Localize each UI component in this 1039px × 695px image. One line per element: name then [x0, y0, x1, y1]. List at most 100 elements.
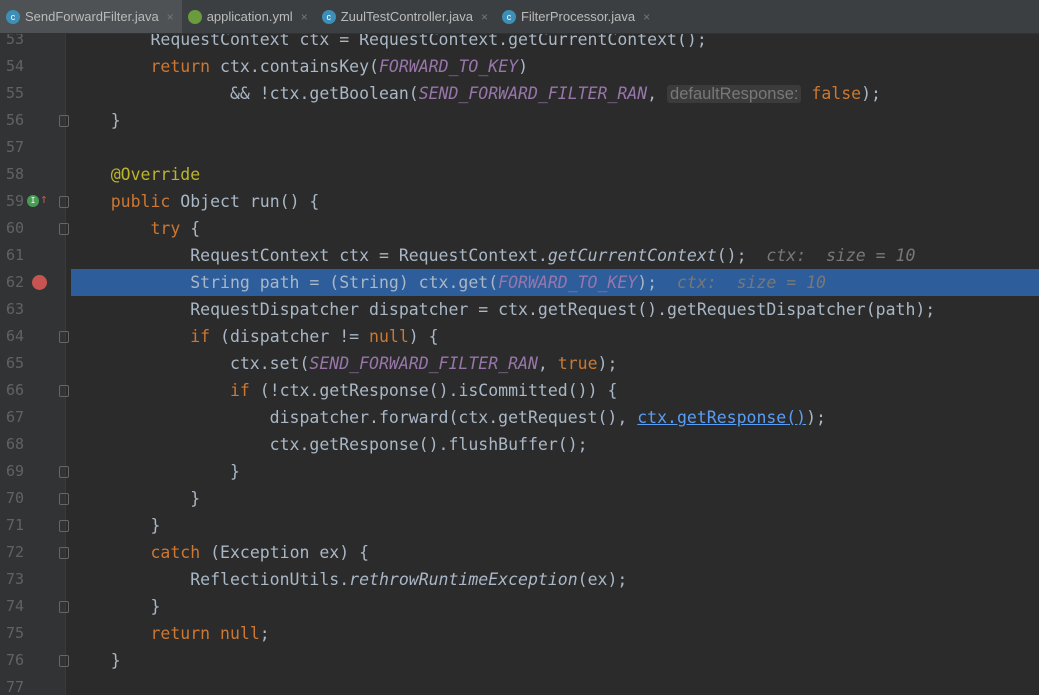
tab-label: application.yml: [206, 9, 293, 24]
code-token: RequestDispatcher dispatcher = ctx.getRe…: [71, 300, 936, 319]
code-token: try: [150, 219, 191, 238]
fold-icon[interactable]: [59, 601, 69, 613]
code-line[interactable]: 71 }: [0, 512, 1039, 539]
close-icon[interactable]: ×: [301, 10, 308, 24]
code-line[interactable]: 64 if (dispatcher != null) {: [0, 323, 1039, 350]
code-token: SEND_FORWARD_FILTER_RAN: [309, 354, 538, 373]
code-line[interactable]: 57: [0, 134, 1039, 161]
line-number: 67: [5, 408, 24, 426]
code-token: defaultResponse:: [667, 85, 802, 103]
tab-filterprocessor-java[interactable]: c FilterProcessor.java ×: [496, 0, 658, 33]
code-token: FORWARD_TO_KEY: [378, 57, 519, 76]
code-token[interactable]: ctx.getResponse(): [637, 408, 806, 427]
line-number: 74: [5, 597, 24, 615]
fold-icon[interactable]: [59, 493, 69, 505]
implements-icon[interactable]: I: [27, 195, 39, 207]
line-number: 58: [5, 165, 24, 183]
code-token: null: [369, 327, 409, 346]
code-token: ctx.containsKey(: [220, 57, 379, 76]
close-icon[interactable]: ×: [481, 10, 488, 24]
fold-icon[interactable]: [59, 520, 69, 532]
code-editor[interactable]: 53 RequestContext ctx = RequestContext.g…: [0, 34, 1039, 695]
code-token: true: [557, 354, 598, 373]
code-text: if (dispatcher != null) {: [71, 323, 1039, 350]
code-line[interactable]: 75 return null;: [0, 620, 1039, 647]
code-line[interactable]: 62 String path = (String) ctx.get(FORWAR…: [0, 269, 1039, 296]
code-text: }: [71, 107, 1039, 134]
code-line[interactable]: 58 @Override: [0, 161, 1039, 188]
fold-icon[interactable]: [59, 223, 69, 235]
close-icon[interactable]: ×: [643, 10, 650, 24]
code-token: );: [806, 408, 826, 427]
code-token: RequestContext ctx = RequestContext.getC…: [71, 34, 707, 49]
line-number: 55: [5, 84, 24, 102]
code-line[interactable]: 56 }: [0, 107, 1039, 134]
line-number: 54: [5, 57, 24, 75]
tab-sendforwardfilter-java[interactable]: c SendForwardFilter.java ×: [0, 0, 182, 33]
code-line[interactable]: 53 RequestContext ctx = RequestContext.g…: [0, 34, 1039, 53]
java-class-icon: c: [6, 9, 20, 24]
code-line[interactable]: 74 }: [0, 593, 1039, 620]
code-token: ,: [537, 354, 558, 373]
code-token: return: [150, 57, 221, 76]
code-token: }: [71, 489, 201, 508]
code-line[interactable]: 65 ctx.set(SEND_FORWARD_FILTER_RAN, true…: [0, 350, 1039, 377]
code-token: );: [597, 354, 618, 373]
code-line[interactable]: 76 }: [0, 647, 1039, 674]
close-icon[interactable]: ×: [167, 10, 174, 24]
code-text: ReflectionUtils.rethrowRuntimeException(…: [71, 566, 1039, 593]
code-line[interactable]: 73 ReflectionUtils.rethrowRuntimeExcepti…: [0, 566, 1039, 593]
fold-icon[interactable]: [59, 196, 69, 208]
code-token: String path = (String) ctx.get(: [71, 273, 499, 292]
code-line[interactable]: 69 }: [0, 458, 1039, 485]
code-line[interactable]: 55 && !ctx.getBoolean(SEND_FORWARD_FILTE…: [0, 80, 1039, 107]
code-line[interactable]: 77: [0, 674, 1039, 695]
tab-zuultestcontroller-java[interactable]: c ZuulTestController.java ×: [316, 0, 496, 33]
fold-icon[interactable]: [59, 331, 69, 343]
code-token: catch: [150, 543, 211, 562]
code-token: ): [518, 57, 528, 76]
line-number: 73: [5, 570, 24, 588]
yaml-file-icon: [187, 9, 202, 24]
code-line[interactable]: 72 catch (Exception ex) {: [0, 539, 1039, 566]
code-token: rethrowRuntimeException: [349, 570, 578, 589]
code-line[interactable]: 70 }: [0, 485, 1039, 512]
code-line[interactable]: 63 RequestDispatcher dispatcher = ctx.ge…: [0, 296, 1039, 323]
code-line[interactable]: 67 dispatcher.forward(ctx.getRequest(), …: [0, 404, 1039, 431]
code-line[interactable]: 68 ctx.getResponse().flushBuffer();: [0, 431, 1039, 458]
code-line[interactable]: 60 try {: [0, 215, 1039, 242]
line-number: 77: [5, 678, 24, 695]
code-text: if (!ctx.getResponse().isCommitted()) {: [71, 377, 1039, 404]
line-number: 76: [5, 651, 24, 669]
fold-icon[interactable]: [59, 385, 69, 397]
code-line[interactable]: 66 if (!ctx.getResponse().isCommitted())…: [0, 377, 1039, 404]
tab-application-yml[interactable]: application.yml ×: [182, 0, 316, 33]
line-number: 64: [5, 327, 24, 345]
code-token: false: [811, 84, 862, 103]
line-number: 59: [5, 192, 24, 210]
breakpoint-icon[interactable]: [32, 275, 47, 290]
fold-icon[interactable]: [59, 655, 69, 667]
fold-icon[interactable]: [59, 547, 69, 559]
code-token: ,: [647, 84, 668, 103]
code-token: return: [150, 624, 221, 643]
line-number: 65: [5, 354, 24, 372]
code-text: return ctx.containsKey(FORWARD_TO_KEY): [71, 53, 1039, 80]
fold-icon[interactable]: [59, 115, 69, 127]
code-line[interactable]: 54 return ctx.containsKey(FORWARD_TO_KEY…: [0, 53, 1039, 80]
code-token: ctx: size = 10: [676, 273, 826, 292]
code-line[interactable]: 61 RequestContext ctx = RequestContext.g…: [0, 242, 1039, 269]
override-arrow-icon[interactable]: ↑: [40, 192, 48, 208]
line-number: 56: [5, 111, 24, 129]
line-number: 61: [5, 246, 24, 264]
java-class-icon: c: [321, 9, 336, 24]
line-number: 68: [5, 435, 24, 453]
fold-icon[interactable]: [59, 466, 69, 478]
code-line[interactable]: 59 I ↑ public Object run() {: [0, 188, 1039, 215]
code-text: public Object run() {: [71, 188, 1039, 215]
